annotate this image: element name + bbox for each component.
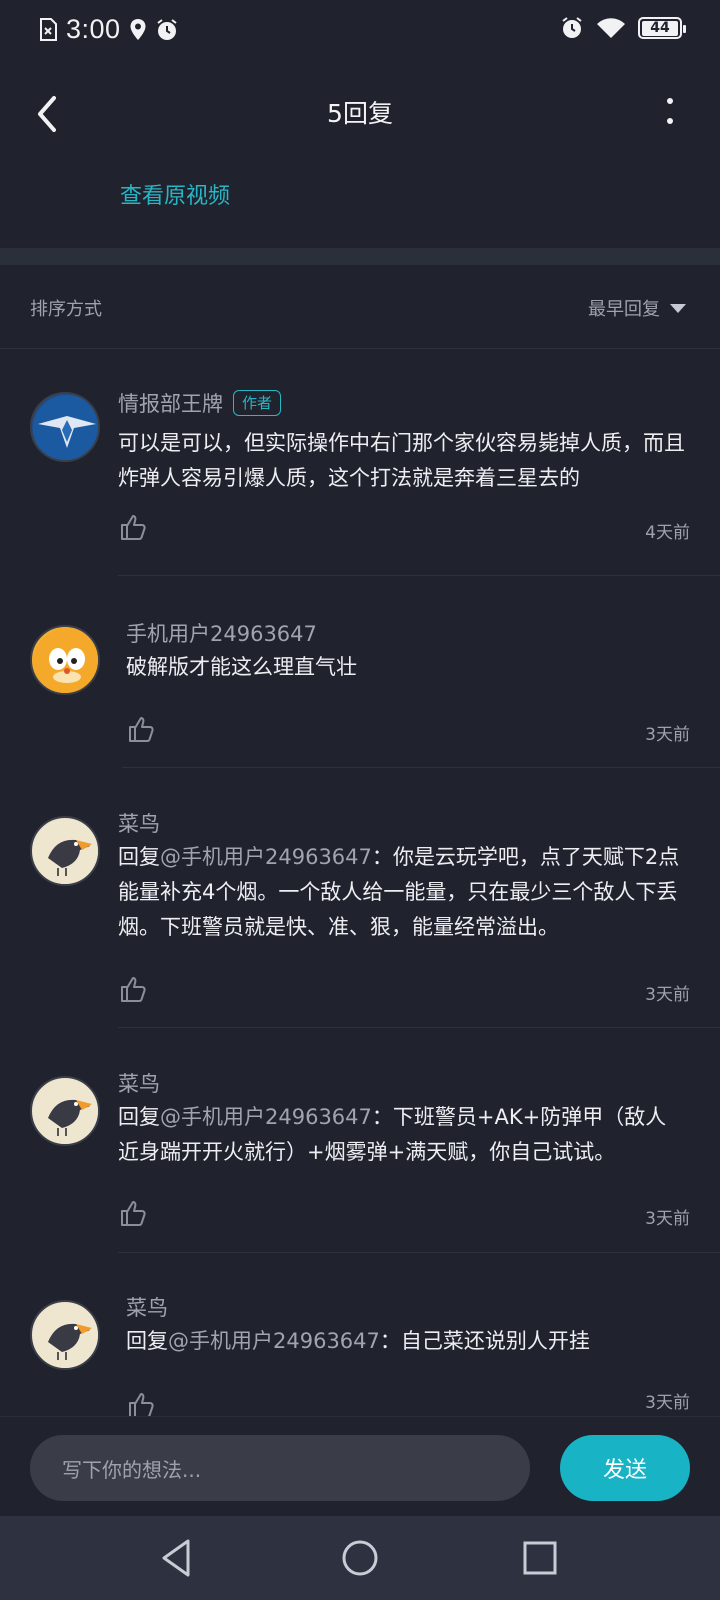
author-name[interactable]: 菜鸟 [126, 1292, 168, 1322]
system-navigation-bar [0, 1516, 720, 1600]
nav-recents-icon[interactable] [518, 1536, 562, 1580]
send-button[interactable]: 发送 [560, 1435, 690, 1501]
sort-label: 排序方式 [30, 299, 102, 320]
comment-item: 菜鸟 回复@手机用户24963647：你是云玩学吧，点了天赋下2点能量补充4个烟… [0, 810, 720, 1028]
comment-time: 3天前 [645, 1209, 690, 1229]
like-icon[interactable] [118, 512, 148, 542]
comment-text: 破解版才能这么理直气壮 [126, 655, 357, 679]
comment-author: 菜鸟 [118, 1068, 160, 1098]
view-original-video-link[interactable]: 查看原视频 [120, 178, 230, 210]
author-badge: 作者 [233, 390, 282, 416]
status-time: 3:00 [66, 14, 121, 44]
sort-dropdown[interactable]: 最早回复 [588, 295, 686, 321]
comment-author: 手机用户24963647 [126, 618, 317, 648]
nav-home-icon[interactable] [338, 1536, 382, 1580]
sort-bar: 排序方式 最早回复 [0, 265, 720, 349]
author-name[interactable]: 菜鸟 [118, 1068, 160, 1098]
reply-prefix: 回复 [118, 1105, 160, 1129]
nav-back-icon[interactable] [156, 1536, 200, 1580]
avatar[interactable] [30, 1076, 100, 1146]
comment-item: 情报部王牌 作者 可以是可以，但实际操作中右门那个家伙容易毙掉人质，而且炸弹人容… [0, 390, 720, 576]
comment-divider [118, 1027, 720, 1028]
reply-prefix: 回复 [126, 1329, 168, 1353]
comment-text: 回复@手机用户24963647：自己菜还说别人开挂 [126, 1324, 701, 1359]
comment-text: 回复@手机用户24963647：你是云玩学吧，点了天赋下2点能量补充4个烟。一个… [118, 840, 698, 945]
comment-author: 菜鸟 [118, 808, 160, 838]
mention-link[interactable]: @手机用户24963647 [160, 845, 372, 869]
avatar[interactable] [30, 816, 100, 886]
reply-input-bar: 写下你的想法... 发送 [0, 1416, 720, 1516]
section-divider [0, 248, 720, 265]
comment-text: 可以是可以，但实际操作中右门那个家伙容易毙掉人质，而且炸弹人容易引爆人质，这个打… [118, 431, 685, 490]
like-icon[interactable] [126, 714, 156, 744]
sort-value: 最早回复 [588, 299, 660, 320]
comment-time: 3天前 [645, 1393, 690, 1413]
comment-author: 情报部王牌 作者 [118, 388, 282, 418]
mention-link[interactable]: @手机用户24963647 [160, 1105, 372, 1129]
page-title: 5回复 [327, 99, 393, 128]
status-bar: 3:00 44 [0, 0, 720, 58]
comment-divider [118, 575, 720, 576]
comment-divider [118, 1252, 720, 1253]
reply-input[interactable]: 写下你的想法... [30, 1435, 530, 1501]
comment-item: 手机用户24963647 破解版才能这么理直气壮 3天前 [0, 620, 720, 768]
reply-body: ：自己菜还说别人开挂 [379, 1329, 590, 1353]
alarm-icon [156, 18, 177, 40]
comment-divider [122, 767, 720, 768]
sort-dropdown-icon [670, 303, 686, 313]
top-nav-bar: 5回复 [0, 70, 720, 156]
avatar[interactable] [30, 392, 100, 462]
avatar[interactable] [30, 1300, 100, 1370]
comment-author: 菜鸟 [126, 1292, 168, 1322]
comment-item: 菜鸟 回复@手机用户24963647：自己菜还说别人开挂 3天前 [0, 1292, 720, 1418]
comment-text: 回复@手机用户24963647：下班警员+AK+防弹甲（敌人近身踹开开火就行）+… [118, 1100, 683, 1170]
alarm-icon [562, 17, 582, 38]
like-icon[interactable] [118, 1198, 148, 1228]
mention-link[interactable]: @手机用户24963647 [168, 1329, 380, 1353]
author-name[interactable]: 菜鸟 [118, 808, 160, 838]
sim-missing-icon [40, 17, 57, 41]
avatar[interactable] [30, 625, 100, 695]
like-icon[interactable] [118, 974, 148, 1004]
comment-time: 3天前 [645, 725, 690, 745]
more-icon[interactable] [660, 92, 680, 134]
reply-prefix: 回复 [118, 845, 160, 869]
location-icon [130, 18, 146, 40]
comment-time: 4天前 [645, 523, 690, 543]
wifi-icon [597, 18, 625, 38]
author-name[interactable]: 手机用户24963647 [126, 618, 317, 648]
comment-item: 菜鸟 回复@手机用户24963647：下班警员+AK+防弹甲（敌人近身踹开开火就… [0, 1070, 720, 1253]
author-name[interactable]: 情报部王牌 [118, 388, 223, 418]
comment-time: 3天前 [645, 985, 690, 1005]
battery-indicator: 44 [638, 17, 686, 39]
